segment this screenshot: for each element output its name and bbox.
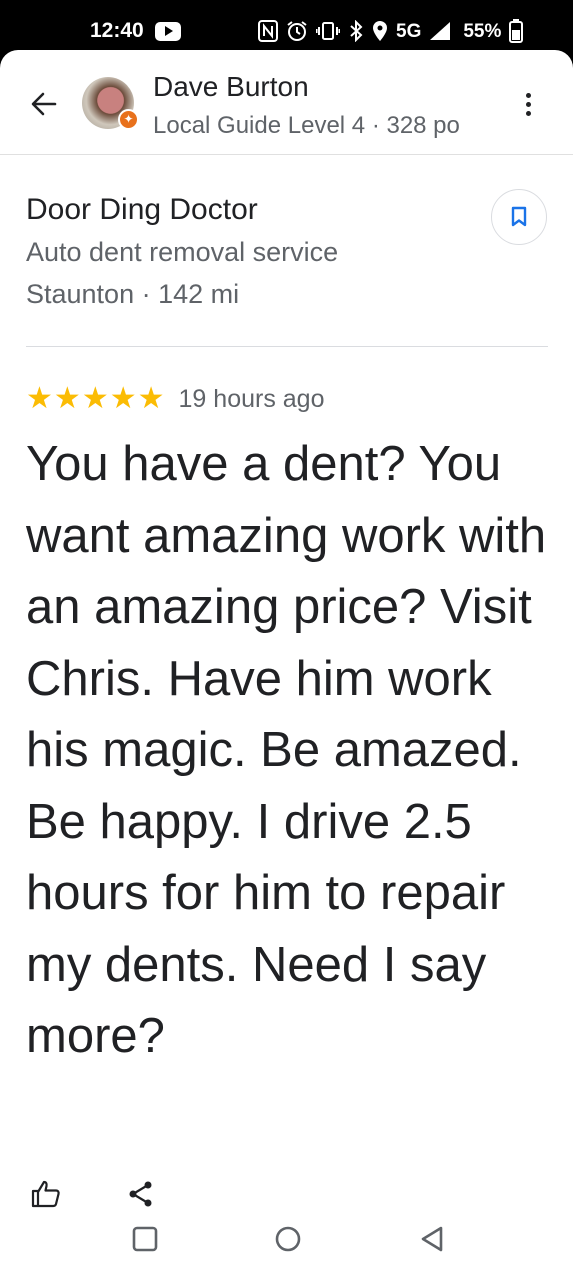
battery-icon	[509, 19, 524, 43]
star-icon: ★	[137, 381, 165, 416]
circle-icon	[275, 1226, 301, 1252]
rating-row: ★ ★ ★ ★ ★ 19 hours ago	[26, 383, 324, 415]
divider	[0, 154, 573, 155]
signal-icon	[429, 21, 451, 41]
header: ✦ Dave Burton Local Guide Level 4 · 328 …	[0, 50, 573, 155]
arrow-left-icon	[31, 92, 57, 116]
youtube-icon	[155, 22, 181, 41]
review-time: 19 hours ago	[178, 384, 325, 413]
share-button[interactable]	[127, 1180, 155, 1208]
place-category: Auto dent removal service	[26, 237, 339, 267]
review-text: You have a dent? You want amazing work w…	[26, 437, 547, 1063]
share-icon	[129, 1181, 152, 1207]
divider	[26, 346, 548, 347]
place-location: Staunton · 142 mi	[26, 279, 240, 309]
more-vert-icon	[525, 92, 531, 98]
status-icons: 5G 55%	[258, 16, 524, 46]
star-icon: ★	[109, 381, 137, 416]
star-icon: ★	[53, 381, 81, 416]
star-rating: ★ ★ ★ ★ ★	[26, 384, 165, 414]
location-icon	[372, 20, 388, 42]
back-button[interactable]	[26, 86, 62, 122]
system-nav-bar	[0, 1208, 573, 1280]
recents-button[interactable]	[127, 1221, 163, 1257]
battery-percent: 55%	[463, 20, 502, 42]
place-name[interactable]: Door Ding Doctor	[26, 193, 258, 227]
review-screen: ✦ Dave Burton Local Guide Level 4 · 328 …	[0, 50, 573, 1280]
square-icon	[132, 1226, 158, 1252]
bluetooth-icon	[348, 20, 364, 42]
more-options-button[interactable]	[516, 86, 540, 122]
system-back-button[interactable]	[414, 1221, 450, 1257]
bookmark-icon	[511, 206, 527, 227]
reviewer-name[interactable]: Dave Burton	[153, 71, 309, 103]
star-icon: ★	[26, 381, 53, 416]
thumbs-up-icon	[31, 1180, 60, 1208]
nfc-icon	[258, 20, 278, 42]
reviewer-subtitle: Local Guide Level 4 · 328 po	[153, 112, 460, 139]
alarm-icon	[286, 20, 308, 42]
star-icon: ★	[81, 381, 109, 416]
save-button[interactable]	[491, 189, 547, 245]
local-guide-badge-icon: ✦	[118, 109, 139, 130]
home-button[interactable]	[270, 1221, 306, 1257]
like-button[interactable]	[30, 1178, 62, 1210]
vibrate-icon	[316, 20, 340, 42]
status-time: 12:40	[90, 19, 144, 42]
network-type: 5G	[396, 20, 422, 42]
triangle-back-icon	[421, 1226, 443, 1252]
